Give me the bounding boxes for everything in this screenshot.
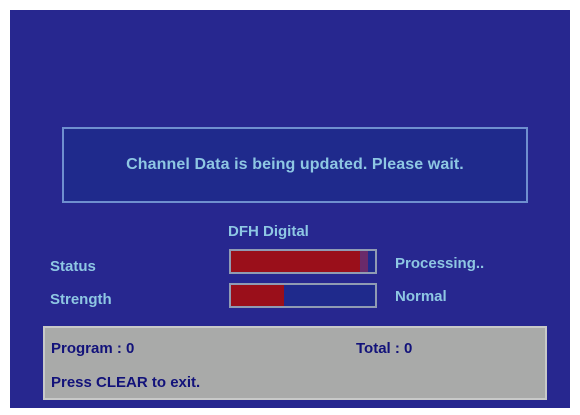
program-count: Program : 0 [51,340,135,357]
update-message: Channel Data is being updated. Please wa… [126,156,464,173]
strength-label: Strength [50,291,112,308]
message-box: Channel Data is being updated. Please wa… [62,127,528,203]
status-label: Status [50,258,96,275]
status-progress-fill [231,251,360,272]
exit-hint: Press CLEAR to exit. [51,374,201,391]
info-panel: Program : 0 Total : 0 Press CLEAR to exi… [43,326,547,400]
strength-meter-fill [231,285,285,306]
status-value: Processing.. [395,255,485,272]
strength-meter-bar [229,283,377,308]
update-screen: Channel Data is being updated. Please wa… [10,10,570,408]
strength-value: Normal [395,288,447,305]
status-progress-bar [229,249,377,274]
status-progress-tail [359,251,368,272]
total-count: Total : 0 [356,340,413,357]
provider-name: DFH Digital [228,223,309,240]
